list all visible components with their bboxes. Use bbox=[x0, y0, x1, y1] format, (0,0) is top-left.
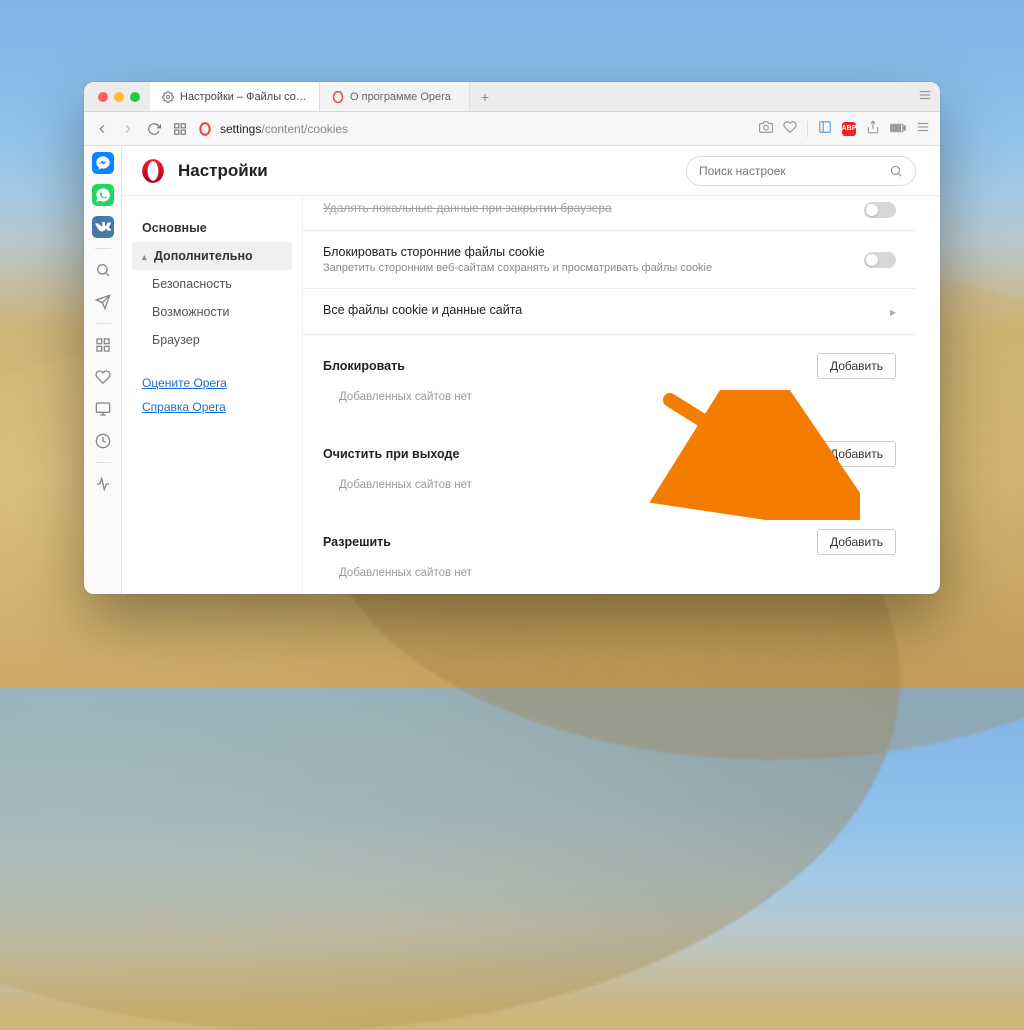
allow-empty: Добавленных сайтов нет bbox=[303, 563, 916, 594]
reload-button[interactable] bbox=[146, 121, 162, 137]
settings-main: Удалять локальные данные при закрытии бр… bbox=[302, 196, 940, 594]
abp-icon[interactable]: ABP bbox=[842, 122, 856, 136]
bookmarks-icon[interactable] bbox=[92, 366, 114, 388]
section-block: Блокировать Добавить bbox=[303, 335, 916, 387]
flow-icon[interactable] bbox=[92, 291, 114, 313]
settings-page: Настройки Основные ▴Дополнительно Безопа… bbox=[122, 146, 940, 594]
nav-basic[interactable]: Основные bbox=[132, 214, 292, 242]
address-bar: settings/content/cookies ABP bbox=[84, 112, 940, 146]
row-block-third-party[interactable]: Блокировать сторонние файлы cookie Запре… bbox=[303, 231, 916, 289]
search-icon bbox=[889, 164, 903, 178]
clear-exit-empty: Добавленных сайтов нет bbox=[303, 475, 916, 511]
tab-strip: Настройки – Файлы cookie О программе Ope… bbox=[84, 82, 940, 112]
settings-icon[interactable] bbox=[92, 473, 114, 495]
toolbar-right: ABP bbox=[759, 120, 930, 137]
settings-search[interactable] bbox=[686, 156, 916, 186]
browser-window: Настройки – Файлы cookie О программе Ope… bbox=[84, 82, 940, 594]
nav-browser[interactable]: Браузер bbox=[132, 326, 292, 354]
close-window-button[interactable] bbox=[98, 92, 108, 102]
row-all-cookies[interactable]: Все файлы cookie и данные сайта ▸ bbox=[303, 289, 916, 335]
block-empty: Добавленных сайтов нет bbox=[303, 387, 916, 423]
settings-nav: Основные ▴Дополнительно Безопасность Воз… bbox=[122, 196, 302, 594]
tab-about-opera[interactable]: О программе Opera bbox=[320, 82, 470, 111]
url-field[interactable]: settings/content/cookies bbox=[198, 122, 749, 136]
messenger-icon[interactable] bbox=[92, 152, 114, 174]
nav-security[interactable]: Безопасность bbox=[132, 270, 292, 298]
section-allow: Разрешить Добавить bbox=[303, 511, 916, 563]
add-clear-exit-button[interactable]: Добавить bbox=[817, 441, 896, 467]
tab-settings-cookies[interactable]: Настройки – Файлы cookie bbox=[150, 82, 320, 111]
battery-icon[interactable] bbox=[890, 122, 906, 136]
toggle-block-third-party[interactable] bbox=[864, 252, 896, 268]
tab-label: Настройки – Файлы cookie bbox=[180, 91, 307, 103]
settings-header: Настройки bbox=[122, 146, 940, 196]
left-sidebar bbox=[84, 146, 122, 594]
history-icon[interactable] bbox=[92, 430, 114, 452]
whatsapp-icon[interactable] bbox=[92, 184, 114, 206]
link-help-opera[interactable]: Справка Opera bbox=[142, 400, 292, 414]
zoom-window-button[interactable] bbox=[130, 92, 140, 102]
speed-dial-icon[interactable] bbox=[92, 334, 114, 356]
chevron-right-icon: ▸ bbox=[890, 305, 896, 319]
toggle-delete-local[interactable] bbox=[864, 202, 896, 218]
link-rate-opera[interactable]: Оцените Opera bbox=[142, 376, 292, 390]
section-clear-exit: Очистить при выходе Добавить bbox=[303, 423, 916, 475]
heart-icon[interactable] bbox=[783, 120, 797, 137]
share-icon[interactable] bbox=[866, 120, 880, 137]
opera-logo-icon bbox=[140, 158, 166, 184]
nav-features[interactable]: Возможности bbox=[132, 298, 292, 326]
search-icon[interactable] bbox=[92, 259, 114, 281]
minimize-window-button[interactable] bbox=[114, 92, 124, 102]
snapshot-icon[interactable] bbox=[759, 120, 773, 137]
personal-news-icon[interactable] bbox=[92, 398, 114, 420]
url-path: /content/cookies bbox=[261, 122, 348, 136]
tab-label: О программе Opera bbox=[350, 91, 457, 103]
page-title: Настройки bbox=[178, 161, 268, 181]
menu-icon[interactable] bbox=[916, 120, 930, 137]
window-controls bbox=[90, 82, 150, 111]
forward-button[interactable] bbox=[120, 121, 136, 137]
add-allow-button[interactable]: Добавить bbox=[817, 529, 896, 555]
gear-icon bbox=[162, 91, 174, 103]
row-delete-local-on-close[interactable]: Удалять локальные данные при закрытии бр… bbox=[303, 196, 916, 231]
sidebar-icon[interactable] bbox=[818, 120, 832, 137]
easy-setup-icon[interactable] bbox=[918, 88, 932, 105]
url-host: settings bbox=[220, 122, 261, 136]
opera-o-icon bbox=[332, 91, 344, 103]
opera-o-icon bbox=[198, 122, 212, 136]
back-button[interactable] bbox=[94, 121, 110, 137]
vk-icon[interactable] bbox=[92, 216, 114, 238]
speed-dial-icon[interactable] bbox=[172, 121, 188, 137]
nav-advanced[interactable]: ▴Дополнительно bbox=[132, 242, 292, 270]
settings-search-input[interactable] bbox=[699, 164, 881, 178]
new-tab-button[interactable]: + bbox=[470, 82, 500, 111]
add-block-button[interactable]: Добавить bbox=[817, 353, 896, 379]
